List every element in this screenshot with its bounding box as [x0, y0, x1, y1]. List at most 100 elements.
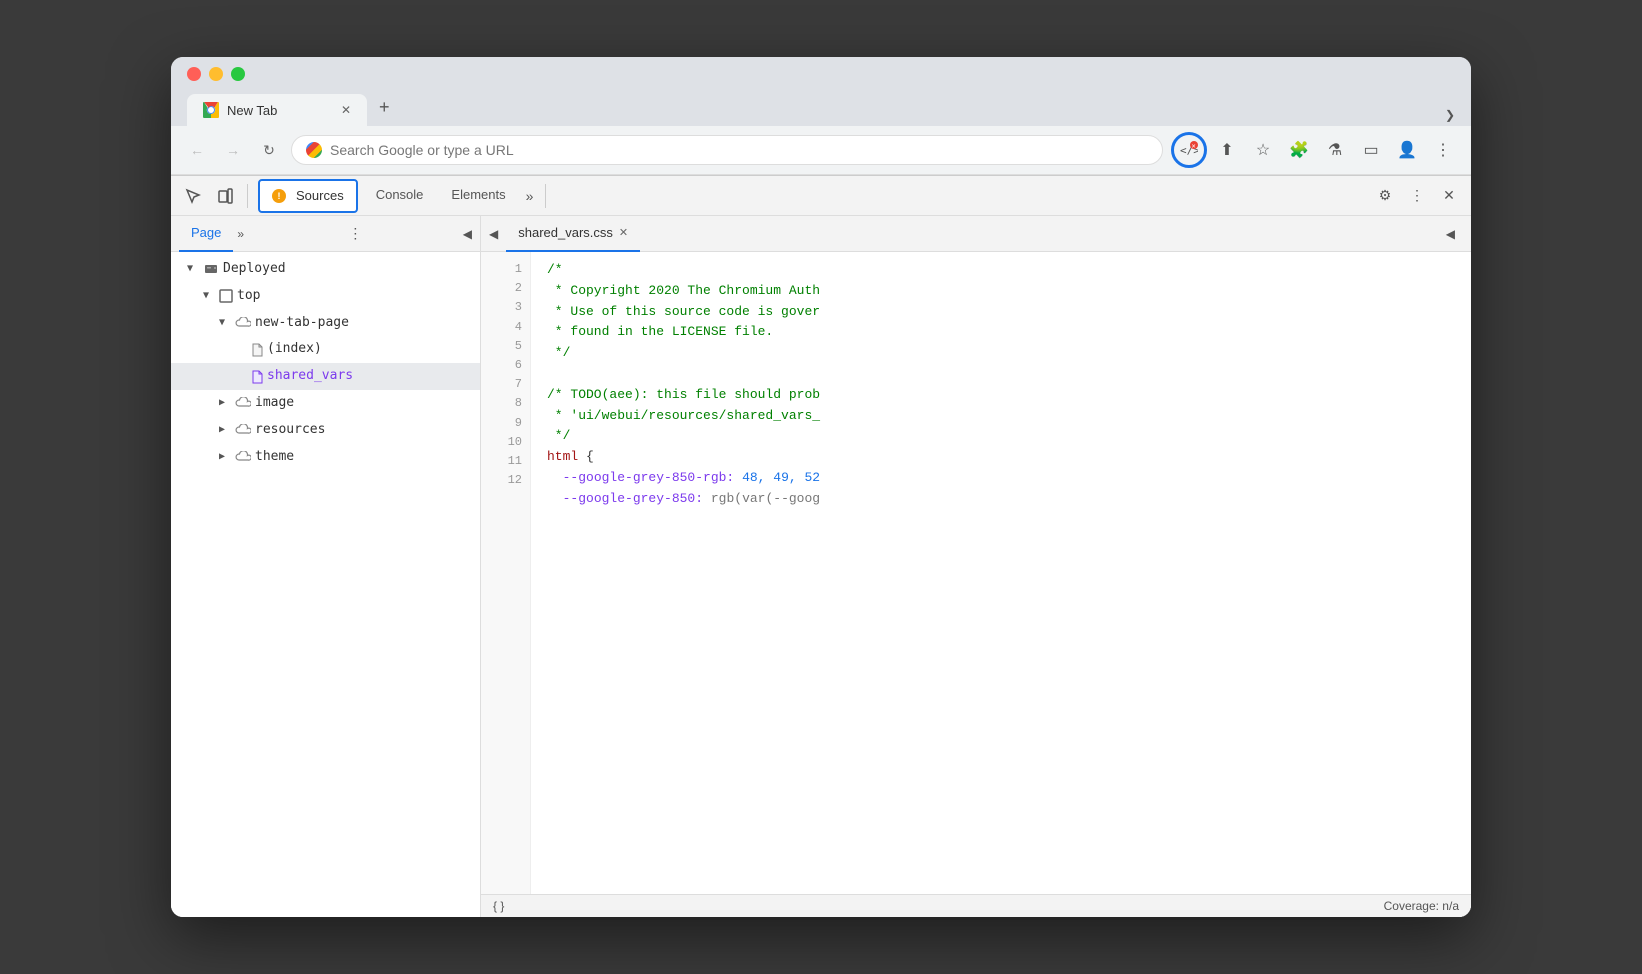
coverage-text: Coverage: n/a	[1384, 899, 1459, 913]
close-devtools-button[interactable]: ✕	[1435, 182, 1463, 210]
menu-button[interactable]: ⋮	[1427, 134, 1459, 166]
tree-item-top[interactable]: ▼ top	[171, 283, 480, 310]
expand-arrow-top: ▼	[203, 288, 215, 304]
panel-menu-icon: ⋮	[348, 225, 362, 241]
close-button[interactable]	[187, 67, 201, 81]
code-tab-close-button[interactable]: ✕	[619, 226, 628, 239]
device-toggle-button[interactable]	[211, 182, 239, 210]
devtools-button[interactable]: </> ✕	[1171, 132, 1207, 168]
panel-menu-button[interactable]: ⋮	[348, 225, 362, 242]
code-line-6	[547, 364, 1455, 385]
tab-page[interactable]: Page	[179, 216, 233, 252]
minimize-button[interactable]	[209, 67, 223, 81]
line-num-12: 12	[481, 471, 530, 490]
sidebar-button[interactable]: ▭	[1355, 134, 1387, 166]
new-tab-button[interactable]: +	[371, 89, 398, 126]
inspect-element-button[interactable]	[179, 182, 207, 210]
tree-item-deployed[interactable]: ▼ Deployed	[171, 256, 480, 283]
tree-item-shared-vars[interactable]: ▶ shared_vars	[171, 363, 480, 390]
refresh-icon: ↻	[263, 142, 275, 159]
device-icon	[217, 188, 233, 204]
address-text: Search Google or type a URL	[330, 142, 514, 158]
back-button[interactable]: ←	[183, 136, 211, 164]
sources-tab-label: Sources	[296, 188, 344, 203]
code-filename: shared_vars.css	[518, 225, 613, 240]
cloud-icon-resources	[235, 424, 251, 436]
code-line-9: */	[547, 426, 1455, 447]
toolbar-right: </> ✕ ⬆ ☆ 🧩 ⚗ ▭ 👤	[1171, 132, 1459, 168]
settings-button[interactable]: ⚙	[1371, 182, 1399, 210]
code-body: 1 2 3 4 5 6 7 8 9 10 11 12 /*	[481, 252, 1471, 894]
kebab-icon: ⋮	[1410, 187, 1424, 204]
chrome-icon	[203, 102, 219, 118]
extensions-button[interactable]: 🧩	[1283, 134, 1315, 166]
panel-tabs: Page » ⋮ ◀	[171, 216, 480, 252]
devtools-icon: </> ✕	[1180, 141, 1198, 159]
labs-icon: ⚗	[1328, 140, 1342, 160]
tree-item-index[interactable]: ▶ (index)	[171, 336, 480, 363]
address-bar[interactable]: Search Google or type a URL	[291, 135, 1163, 165]
tab-elements[interactable]: Elements	[439, 176, 517, 216]
tab-console[interactable]: Console	[364, 176, 436, 216]
star-icon: ☆	[1256, 140, 1270, 160]
share-button[interactable]: ⬆	[1211, 134, 1243, 166]
code-tab-shared-vars[interactable]: shared_vars.css ✕	[506, 216, 640, 252]
devtools-toolbar-right: ⚙ ⋮ ✕	[1371, 182, 1463, 210]
new-tab-page-label: new-tab-page	[255, 313, 349, 334]
tabs-row: New Tab ✕ + ❯	[187, 89, 1455, 126]
browser-tab[interactable]: New Tab ✕	[187, 94, 367, 126]
panel-collapse-button[interactable]: ◀	[463, 227, 472, 241]
file-icon-index	[251, 343, 263, 357]
cloud-icon-theme	[235, 451, 251, 463]
resources-label: resources	[255, 420, 325, 441]
code-header: ◀ shared_vars.css ✕ ◀	[481, 216, 1471, 252]
tab-expand-button[interactable]: ❯	[1445, 108, 1455, 122]
tab-sources[interactable]: ! Sources	[258, 179, 358, 213]
more-options-button[interactable]: ⋮	[1403, 182, 1431, 210]
line-num-10: 10	[481, 433, 530, 452]
svg-text:✕: ✕	[1192, 142, 1196, 150]
profile-icon: 👤	[1397, 140, 1417, 160]
bookmark-button[interactable]: ☆	[1247, 134, 1279, 166]
tree-item-resources[interactable]: ▶ resources	[171, 417, 480, 444]
line-num-8: 8	[481, 394, 530, 413]
code-header-right: ◀	[1438, 225, 1463, 243]
tree-item-image[interactable]: ▶ image	[171, 390, 480, 417]
browser-window: New Tab ✕ + ❯ ← → ↻ Search Google or typ…	[171, 57, 1471, 917]
forward-button[interactable]: →	[219, 136, 247, 164]
code-line-3: * Use of this source code is gover	[547, 302, 1455, 323]
code-panel-collapse-button[interactable]: ◀	[489, 225, 498, 243]
labs-button[interactable]: ⚗	[1319, 134, 1351, 166]
maximize-button[interactable]	[231, 67, 245, 81]
sources-body: Page » ⋮ ◀ ▼	[171, 216, 1471, 917]
line-num-9: 9	[481, 414, 530, 433]
refresh-button[interactable]: ↻	[255, 136, 283, 164]
tab-title: New Tab	[227, 103, 277, 118]
share-icon: ⬆	[1220, 140, 1233, 160]
image-label: image	[255, 393, 294, 414]
puzzle-icon: 🧩	[1289, 140, 1309, 160]
tree-item-new-tab-page[interactable]: ▼ new-tab-page	[171, 310, 480, 337]
code-line-11: --google-grey-850-rgb: 48, 49, 52	[547, 468, 1455, 489]
more-tabs-icon: »	[526, 188, 534, 204]
collapse-right-icon[interactable]: ◀	[1438, 227, 1463, 241]
code-line-1: /*	[547, 260, 1455, 281]
expand-arrow-deployed: ▼	[187, 261, 199, 277]
format-button[interactable]: { }	[493, 899, 504, 913]
tree-item-theme[interactable]: ▶ theme	[171, 444, 480, 471]
console-tab-label: Console	[376, 187, 424, 202]
file-tree-panel: Page » ⋮ ◀ ▼	[171, 216, 481, 917]
code-content[interactable]: /* * Copyright 2020 The Chromium Auth * …	[531, 252, 1471, 894]
profile-button[interactable]: 👤	[1391, 134, 1423, 166]
cloud-icon-newtabpage	[235, 317, 251, 329]
tab-close-button[interactable]: ✕	[341, 103, 351, 117]
code-line-5: */	[547, 343, 1455, 364]
more-tabs-button[interactable]: »	[522, 184, 538, 208]
expand-arrow-image: ▶	[219, 395, 231, 411]
code-line-12: --google-grey-850: rgb(var(--goog	[547, 489, 1455, 510]
line-num-2: 2	[481, 279, 530, 298]
cloud-icon-image	[235, 397, 251, 409]
more-panel-tabs-button[interactable]: »	[233, 223, 248, 245]
devtools-panel: ! Sources Console Elements » ⚙ ⋮	[171, 175, 1471, 917]
line-numbers: 1 2 3 4 5 6 7 8 9 10 11 12	[481, 252, 531, 894]
